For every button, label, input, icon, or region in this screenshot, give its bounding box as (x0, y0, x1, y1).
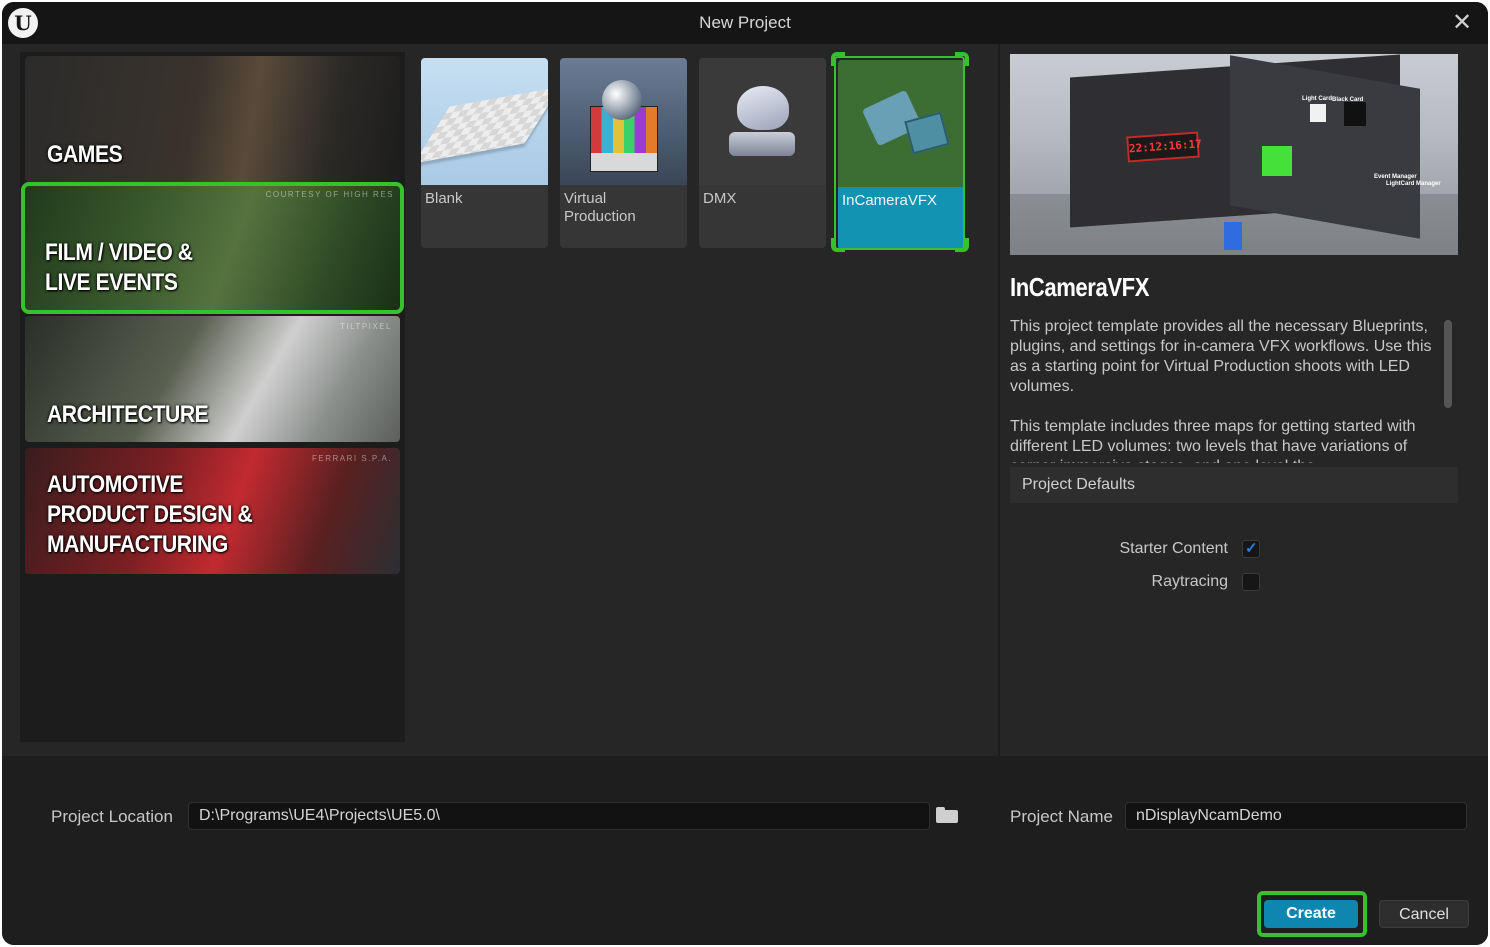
raytracing-checkbox[interactable] (1242, 573, 1260, 591)
project-name-label: Project Name (1010, 807, 1113, 826)
category-label: AUTOMOTIVE PRODUCT DESIGN & MANUFACTURIN… (47, 471, 253, 558)
template-title: InCameraVFX (1010, 272, 1150, 302)
image-credit: COURTESY OF HIGH RES (265, 190, 394, 199)
blank-thumbnail (421, 58, 548, 185)
timecode-display: 22:12:16:17 (1126, 131, 1202, 163)
starter-content-checkbox[interactable]: ✓ (1242, 540, 1260, 558)
panel-divider (998, 44, 1000, 756)
cancel-button[interactable]: Cancel (1379, 900, 1469, 928)
project-defaults-header[interactable]: Project Defaults (1010, 467, 1458, 503)
dmx-light-thumbnail (699, 58, 826, 185)
title-bar: U New Project ✕ (2, 2, 1488, 44)
folder-icon[interactable] (936, 807, 958, 823)
template-name: DMX (703, 190, 737, 207)
image-credit: TILTPIXEL (339, 322, 392, 331)
category-games[interactable]: GAMES (25, 56, 400, 182)
starter-content-label: Starter Content (1119, 540, 1229, 557)
close-icon[interactable]: ✕ (1450, 11, 1474, 35)
description-scrollbar[interactable] (1444, 320, 1452, 408)
template-preview-image: 22:12:16:17 Light Card Black Card Event … (1010, 54, 1458, 255)
category-automotive[interactable]: FERRARI S.P.A. AUTOMOTIVE PRODUCT DESIGN… (25, 448, 400, 574)
selection-outline (834, 56, 965, 250)
window-title: New Project (699, 13, 791, 32)
raytracing-label: Raytracing (1151, 573, 1228, 590)
category-label: GAMES (47, 141, 123, 168)
category-list: GAMES COURTESY OF HIGH RES FILM / VIDEO … (20, 52, 405, 742)
category-architecture[interactable]: TILTPIXEL ARCHITECTURE (25, 316, 400, 442)
template-blank[interactable]: Blank (421, 58, 548, 248)
virtual-production-thumbnail (560, 58, 687, 185)
template-name: Blank (425, 190, 463, 207)
project-location-input[interactable]: D:\Programs\UE4\Projects\UE5.0\ (188, 802, 930, 830)
template-dmx[interactable]: DMX (699, 58, 826, 248)
project-name-input[interactable]: nDisplayNcamDemo (1125, 802, 1467, 830)
category-film-video-live-events[interactable]: COURTESY OF HIGH RES FILM / VIDEO & LIVE… (21, 182, 404, 314)
checkmark-icon: ✓ (1245, 540, 1258, 557)
template-name: Virtual Production (564, 190, 636, 225)
project-location-label: Project Location (51, 807, 173, 826)
template-virtual-production[interactable]: Virtual Production (560, 58, 687, 248)
category-label: FILM / VIDEO & LIVE EVENTS (45, 239, 193, 296)
category-label: ARCHITECTURE (47, 401, 209, 428)
image-credit: FERRARI S.P.A. (312, 454, 392, 463)
new-project-window: U New Project ✕ GAMES COURTESY OF HIGH R… (2, 2, 1488, 945)
create-button[interactable]: Create (1264, 900, 1358, 928)
template-description[interactable]: This project template provides all the n… (1010, 317, 1440, 463)
